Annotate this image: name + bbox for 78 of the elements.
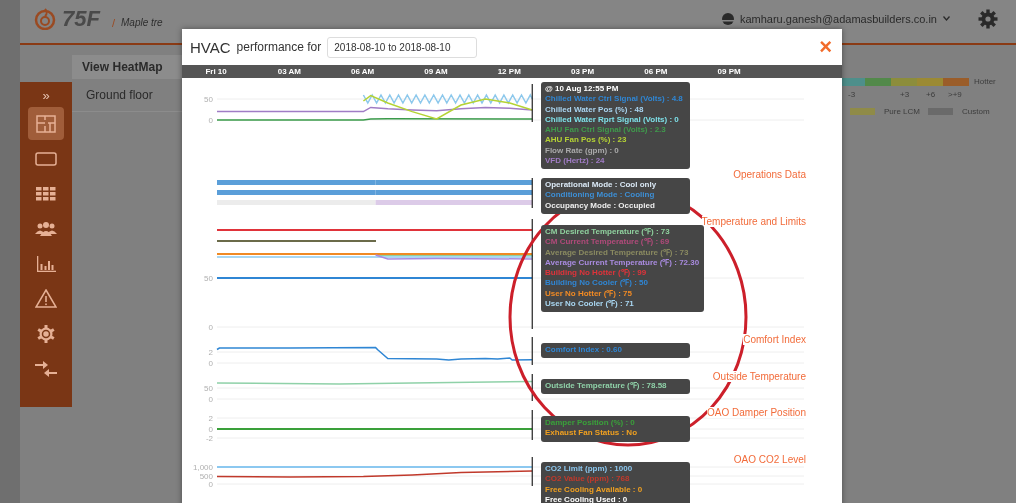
chart-title: Temperature and Limits — [701, 216, 806, 227]
tooltip-line: Building No Hotter (℉) : 99 — [545, 268, 648, 279]
tablet-icon — [35, 151, 57, 166]
expand-sidebar-button[interactable]: » — [36, 86, 56, 105]
time-axis-label: 03 PM — [570, 67, 595, 76]
warning-icon — [35, 289, 57, 308]
time-axis-label: 12 PM — [497, 67, 521, 76]
tooltip-line: Free Cooling Used : 0 — [545, 494, 629, 503]
cursor-line — [531, 410, 533, 440]
tooltip-line: CO2 Value (ppm) : 768 — [545, 474, 631, 485]
tooltip-line: CM Current Temperature (℉) : 69 — [545, 237, 671, 248]
tooltip-line: Chilled Water Ctrl Signal (Volts) : 4.8 — [545, 94, 684, 105]
arrows-icon — [35, 360, 57, 377]
tooltip-line: Damper Position (%) : 0 — [545, 418, 636, 429]
logo-text: 75F — [62, 5, 100, 32]
tooltip-line: @ 10 Aug 12:55 PM — [545, 84, 620, 95]
chart-title: Comfort Index — [743, 334, 806, 345]
tooltip-line: VFD (Hertz) : 24 — [545, 156, 606, 167]
cursor-line — [531, 337, 533, 365]
cursor-line — [531, 374, 533, 401]
tooltip-line: Operational Mode : Cool only — [545, 180, 658, 191]
tooltip-line: Flow Rate (gpm) : 0 — [545, 145, 620, 157]
tooltip-line: Conditioning Mode : Cooling — [545, 190, 656, 201]
tooltip-line: Comfort Index : 0.60 — [545, 345, 623, 356]
axis-tick-label: 500 — [199, 472, 213, 481]
caret-icon — [943, 16, 950, 21]
bar-chart-icon — [36, 255, 56, 272]
legend-label: Hotter — [974, 77, 996, 86]
tooltip-line: Average Current Temperature (℉) : 72.30 — [545, 257, 700, 269]
chart-title: Outside Temperature — [712, 371, 806, 382]
time-axis-label: Fri 10 — [205, 67, 227, 76]
tooltip-line: CM Desired Temperature (℉) : 73 — [545, 227, 671, 238]
cursor-line — [531, 178, 533, 208]
breadcrumb-link[interactable]: Maple tre — [121, 17, 163, 28]
chart-title: OAO CO2 Level — [733, 454, 806, 465]
chart-title: OAO Damper Position — [707, 407, 806, 418]
time-axis-label: 06 AM — [351, 67, 375, 76]
tooltip-line: AHU Fan Pos (%) : 23 — [545, 135, 628, 146]
cursor-line — [531, 457, 533, 486]
tooltip-line: Occupancy Mode : Occupied — [545, 200, 656, 211]
chart-title: Operations Data — [733, 169, 806, 180]
axis-tick-label: 2 — [208, 348, 213, 357]
tooltip-line: User No Cooler (℉) : 71 — [545, 299, 635, 310]
tooltip-line: Exhaust Fan Status : No — [545, 428, 638, 439]
axis-tick-label: 1,000 — [192, 463, 213, 472]
tooltip-line: User No Hotter (℉) : 75 — [545, 288, 633, 300]
tooltip-line: Chilled Water Pos (%) : 48 — [545, 104, 645, 115]
time-axis-label: 03 AM — [277, 67, 301, 76]
tooltip-line: Building No Cooler (℉) : 50 — [545, 278, 649, 289]
panel-title: View HeatMap — [72, 55, 182, 79]
settings-icon[interactable] — [978, 8, 998, 29]
floor-plan-icon — [36, 114, 56, 133]
gear-icon — [37, 324, 55, 343]
tooltip-line: Chilled Water Rprt Signal (Volts) : 0 — [545, 114, 680, 126]
user-icon — [721, 12, 734, 25]
breadcrumb-separator: / — [111, 16, 115, 29]
axis-tick-label: 50 — [204, 95, 213, 104]
axis-tick-label: 2 — [208, 414, 213, 423]
date-range-field[interactable]: 2018-08-10 to 2018-08-10 — [327, 36, 478, 58]
close-button[interactable]: × — [817, 37, 834, 57]
time-axis-label: 09 AM — [424, 67, 448, 76]
axis-tick-label: 50 — [204, 384, 213, 393]
time-axis-label: 09 PM — [717, 67, 741, 76]
tooltip-line: CO2 Limit (ppm) : 1000 — [545, 464, 634, 475]
legend-label: Pure LCM — [884, 107, 920, 116]
tooltip-line: Outside Temperature (℉) : 78.58 — [545, 381, 668, 392]
user-menu[interactable]: kamharu.ganesh@adamasbuilders.co.in — [739, 12, 937, 25]
tooltip-line: AHU Fan Ctrl Signal (Volts) : 2.3 — [545, 125, 667, 136]
time-axis-label: 06 PM — [644, 67, 668, 76]
axis-tick-label: -2 — [205, 434, 213, 443]
tooltip-line: Average Desired Temperature (℉) : 73 — [545, 247, 690, 258]
grid-icon — [36, 186, 56, 201]
tooltip-line: Free Cooling Available : 0 — [545, 484, 644, 495]
axis-tick-label: 50 — [204, 274, 213, 283]
modal-subtitle: performance for — [236, 40, 322, 54]
people-icon — [35, 221, 57, 236]
modal-title: HVAC — [190, 38, 231, 56]
cursor-line — [531, 84, 533, 122]
